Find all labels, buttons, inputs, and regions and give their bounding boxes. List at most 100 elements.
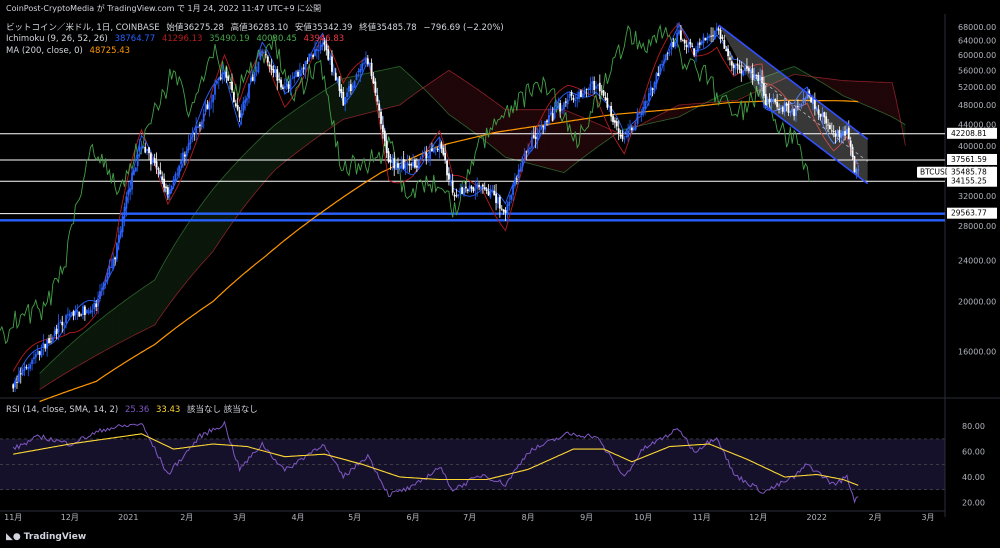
ichimoku-legend[interactable]: Ichimoku (9, 26, 52, 26) 38764.77 41296.… <box>6 34 348 44</box>
candle-body <box>289 79 292 91</box>
chart-canvas[interactable]: 68000.00 64000.00 60000.00 56000.00 52000.00… <box>0 0 1000 548</box>
cloud-segment <box>307 100 310 145</box>
cloud-segment <box>388 68 391 108</box>
candle-body <box>151 159 154 163</box>
tradingview-brand[interactable]: ◣● TradingView <box>6 532 86 542</box>
candle-body <box>742 70 745 76</box>
candle-body <box>353 80 356 88</box>
candle-body <box>585 88 588 90</box>
rsi-legend[interactable]: RSI (14, close, SMA, 14, 2) 25.36 33.43 … <box>6 403 262 415</box>
cloud-segment <box>739 85 742 100</box>
candle-body <box>478 185 481 187</box>
cloud-segment <box>839 80 842 95</box>
candle-body <box>612 115 614 122</box>
candle-body <box>108 266 111 275</box>
candle-body <box>517 169 520 179</box>
candle-body <box>133 170 135 175</box>
candle-body <box>561 108 563 111</box>
cloud-segment <box>265 131 268 181</box>
candle-body <box>504 210 507 214</box>
candle-body <box>291 78 294 80</box>
candle-body <box>398 166 401 169</box>
cloud-segment <box>490 98 493 147</box>
rsi-axis-label: 80.00 <box>962 422 985 431</box>
cloud-segment <box>596 123 598 149</box>
price-axis-label: 28000.00 <box>958 222 996 231</box>
candle-body <box>700 41 703 45</box>
price-axis-label: 16000.00 <box>958 347 996 356</box>
cloud-segment <box>171 246 174 301</box>
candle-body <box>23 366 26 371</box>
candle-body <box>710 35 713 37</box>
candle-body <box>440 142 443 149</box>
cloud-segment <box>275 123 278 170</box>
candle-body <box>214 84 216 95</box>
cloud-segment <box>209 191 212 256</box>
cloud-segment <box>599 124 602 146</box>
ichimoku-span-a-value: 40030.45 <box>256 34 297 44</box>
cloud-segment <box>150 281 153 327</box>
time-axis-label: 8月 <box>522 513 535 522</box>
candle-body <box>485 189 488 191</box>
candle-body <box>463 187 465 196</box>
candle-body <box>483 187 486 190</box>
candle-body <box>740 68 743 74</box>
candle-body <box>366 58 369 65</box>
cloud-segment <box>252 144 255 196</box>
candle-body <box>314 49 316 56</box>
rsi-band-fill <box>0 438 945 490</box>
cloud-segment <box>433 79 436 101</box>
candle-body <box>715 27 718 31</box>
price-pill: 34155.25 <box>947 175 997 187</box>
candle-body <box>172 179 175 186</box>
cloud-segment <box>880 82 883 113</box>
cloud-segment <box>496 102 498 152</box>
candle-body <box>380 111 382 124</box>
cloud-segment <box>456 75 459 122</box>
candle-body <box>617 128 620 133</box>
cloud-segment <box>205 196 208 260</box>
candle-body <box>480 186 482 189</box>
cloud-segment <box>447 70 449 115</box>
candle-body <box>455 195 458 197</box>
candle-body <box>466 189 469 192</box>
candle-body <box>529 147 531 150</box>
cloud-segment <box>128 296 131 339</box>
cloud-segment <box>382 69 385 110</box>
cloud-segment <box>335 82 338 125</box>
cloud-segment <box>592 121 595 151</box>
cloud-segment <box>45 366 48 386</box>
cloud-segment <box>788 67 791 77</box>
cloud-segment <box>401 68 404 104</box>
candle-body <box>589 83 592 90</box>
cloud-segment <box>364 73 366 115</box>
candle-body <box>272 68 275 73</box>
cloud-segment <box>196 209 199 271</box>
candle-body <box>544 120 547 130</box>
cloud-segment <box>69 343 72 371</box>
candle-body <box>706 36 709 40</box>
candle-body <box>415 165 418 168</box>
open-value: 始値36275.28 <box>166 23 224 33</box>
candle-body <box>378 103 381 111</box>
candle-body <box>68 313 71 317</box>
candle-body <box>668 51 671 53</box>
cloud-segment <box>448 70 451 116</box>
cloud-segment <box>201 201 204 264</box>
candle-body <box>555 108 558 110</box>
candle-body <box>357 70 360 73</box>
cloud-segment <box>218 180 221 243</box>
candle-body <box>270 65 273 70</box>
ma-legend[interactable]: MA (200, close, 0) 48725.43 <box>6 46 134 56</box>
candle-body <box>649 86 652 96</box>
cloud-segment <box>152 279 155 326</box>
candle-body <box>138 146 141 152</box>
cloud-segment <box>145 285 148 330</box>
cloud-segment <box>580 116 583 160</box>
candle-body <box>236 105 239 110</box>
cloud-segment <box>875 81 878 111</box>
cloud-segment <box>79 335 82 366</box>
cloud-segment <box>184 225 187 284</box>
price-axis-label: 20000.00 <box>958 297 996 306</box>
candle-body <box>708 35 711 38</box>
